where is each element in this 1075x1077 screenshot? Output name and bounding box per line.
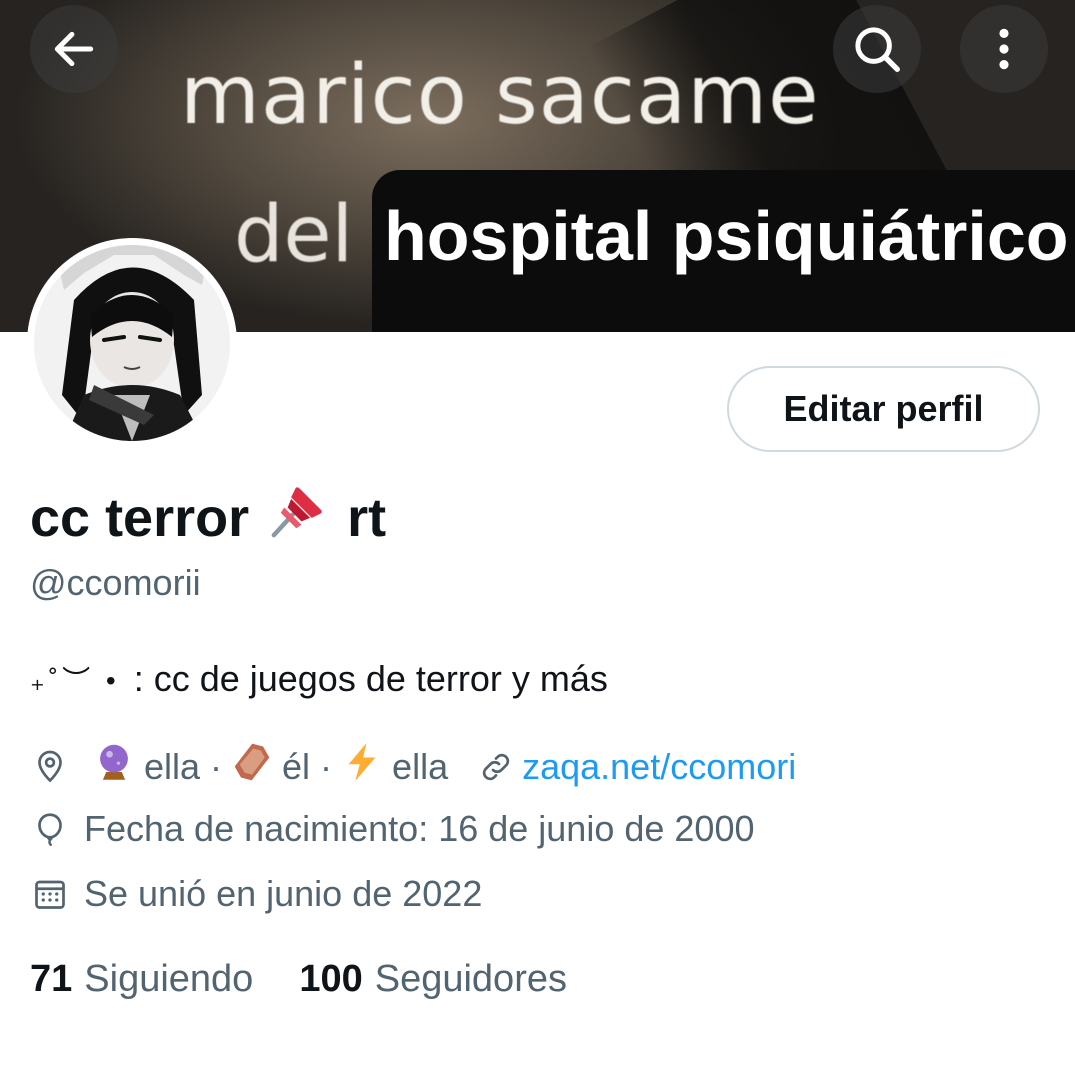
- link-icon: [476, 747, 516, 787]
- high-voltage-icon: [342, 742, 382, 791]
- bio-decoration: ₊˚︶ •: [30, 665, 120, 696]
- bio-text: : cc de juegos de terror y más: [133, 658, 608, 699]
- banner-text-line2b: hospital psiquiátrico: [384, 197, 1069, 275]
- profile-avatar[interactable]: [27, 238, 237, 448]
- pushpin-icon: [267, 480, 329, 555]
- display-name-part1: cc terror: [30, 487, 250, 548]
- balloon-icon: [30, 809, 70, 849]
- location-pin-icon: [30, 747, 70, 787]
- location-segment-2: él ·: [282, 745, 333, 787]
- location-row: ella · él · ella zaqa.net/ccomori: [30, 742, 796, 791]
- joined-text: Se unió en junio de 2022: [84, 873, 483, 914]
- display-name: cc terror rt: [30, 480, 386, 555]
- crystal-ball-icon: [94, 742, 134, 791]
- profile-bio: ₊˚︶ • : cc de juegos de terror y más: [30, 658, 608, 700]
- followers-count: 100: [299, 958, 363, 1000]
- arrow-left-icon: [54, 31, 94, 67]
- back-button[interactable]: [30, 5, 118, 93]
- following-label: Siguiendo: [84, 958, 254, 1000]
- more-button[interactable]: [960, 5, 1048, 93]
- coffin-icon: [232, 742, 272, 791]
- banner-text-line2a: del: [234, 190, 354, 280]
- following-count: 71: [30, 958, 73, 1000]
- edit-profile-button[interactable]: Editar perfil: [727, 366, 1040, 452]
- user-handle: @ccomorii: [30, 562, 201, 603]
- followers-link[interactable]: 100 Seguidores: [299, 958, 567, 1001]
- follow-stats: 71 Siguiendo 100 Seguidores: [30, 958, 567, 1001]
- more-vertical-icon: [999, 28, 1009, 70]
- followers-label: Seguidores: [374, 958, 567, 1000]
- calendar-icon: [30, 874, 70, 914]
- search-button[interactable]: [833, 5, 921, 93]
- location-segment-3: ella: [392, 745, 449, 787]
- search-icon: [855, 27, 900, 72]
- birthday-row: Fecha de nacimiento: 16 de junio de 2000: [30, 808, 754, 850]
- joined-row: Se unió en junio de 2022: [30, 873, 482, 915]
- avatar-image: [34, 245, 230, 441]
- banner-text-line1: marico sacame: [180, 48, 820, 143]
- display-name-part2: rt: [347, 487, 387, 548]
- birthday-text: Fecha de nacimiento: 16 de junio de 2000: [84, 808, 755, 849]
- website-link[interactable]: zaqa.net/ccomori: [522, 746, 796, 788]
- location-segment-1: ella ·: [144, 745, 223, 787]
- following-link[interactable]: 71 Siguiendo: [30, 958, 253, 1001]
